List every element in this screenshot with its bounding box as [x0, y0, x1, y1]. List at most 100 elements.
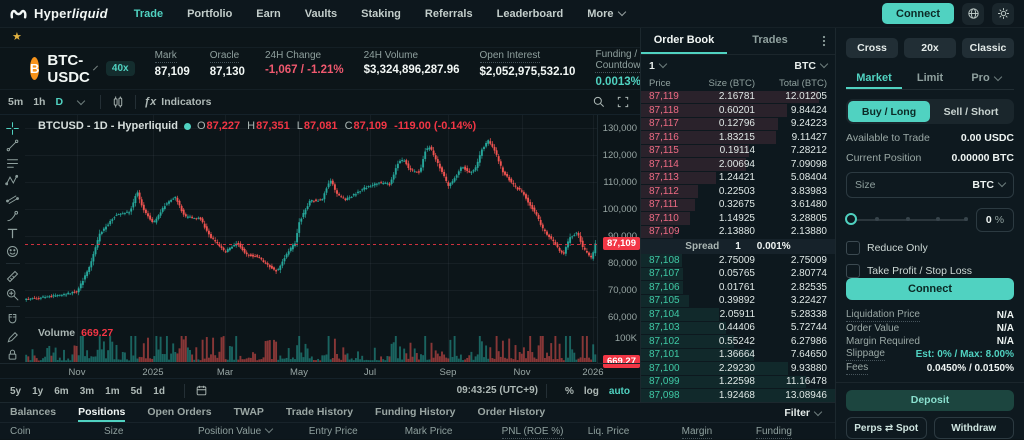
ask-row[interactable]: 87,114 2.00694 7.09098 — [641, 158, 835, 172]
size-percent-input[interactable]: 0% — [976, 207, 1014, 232]
order-book-menu-button[interactable] — [813, 28, 835, 54]
interval-5m[interactable]: 5m — [8, 96, 23, 108]
ask-row[interactable]: 87,109 2.13880 2.13880 — [641, 225, 835, 239]
scale-log[interactable]: log — [584, 386, 599, 397]
nav-item-staking[interactable]: Staking — [361, 8, 401, 20]
bid-row[interactable]: 87,102 0.55242 6.27986 — [641, 335, 835, 349]
range-1d[interactable]: 1d — [153, 386, 165, 397]
unit-select[interactable]: BTC — [794, 59, 829, 72]
candle-style-button[interactable] — [109, 94, 127, 111]
nav-item-vaults[interactable]: Vaults — [305, 8, 337, 20]
interval-d[interactable]: D — [55, 96, 63, 108]
bottom-tab-order-history[interactable]: Order History — [478, 403, 546, 422]
size-slider[interactable] — [845, 213, 968, 226]
go-to-date-button[interactable] — [193, 382, 211, 399]
magnet-icon[interactable] — [4, 311, 22, 328]
range-1m[interactable]: 1m — [105, 386, 119, 397]
bid-row[interactable]: 87,107 0.05765 2.80774 — [641, 267, 835, 281]
bid-row[interactable]: 87,108 2.75009 2.75009 — [641, 254, 835, 268]
deposit-button[interactable]: Deposit — [846, 389, 1014, 412]
bid-row[interactable]: 87,104 2.05911 5.28338 — [641, 308, 835, 322]
filter-dropdown[interactable]: Filter — [784, 403, 823, 422]
scale-[interactable]: % — [565, 386, 574, 397]
bottom-tab-funding-history[interactable]: Funding History — [375, 403, 456, 422]
range-5y[interactable]: 5y — [10, 386, 21, 397]
nav-item-referrals[interactable]: Referrals — [425, 8, 473, 20]
ask-row[interactable]: 87,118 0.60201 9.84424 — [641, 104, 835, 118]
leverage-button[interactable]: 20x — [904, 38, 956, 58]
ask-row[interactable]: 87,117 0.12796 9.24223 — [641, 117, 835, 131]
tab-order-book[interactable]: Order Book — [641, 28, 727, 54]
range-6m[interactable]: 6m — [54, 386, 68, 397]
market-chevron-icon[interactable] — [92, 65, 98, 70]
fullscreen-button[interactable] — [614, 94, 632, 111]
brush-icon[interactable] — [4, 208, 22, 225]
bottom-tab-trade-history[interactable]: Trade History — [286, 403, 353, 422]
bid-row[interactable]: 87,105 0.39892 3.22427 — [641, 294, 835, 308]
sell-short-button[interactable]: Sell / Short — [930, 101, 1012, 122]
ruler-icon[interactable] — [4, 268, 22, 285]
chart-search-button[interactable] — [590, 94, 608, 111]
fib-lines-icon[interactable] — [4, 155, 22, 172]
interval-chevron-icon[interactable] — [76, 96, 86, 106]
ask-row[interactable]: 87,111 0.32675 3.61480 — [641, 198, 835, 212]
market-symbol[interactable]: BTC-USDC — [47, 52, 90, 86]
bid-row[interactable]: 87,106 0.01761 2.82535 — [641, 281, 835, 295]
trade-mode-button[interactable]: Classic — [962, 38, 1014, 58]
settings-button[interactable] — [992, 2, 1014, 25]
ask-row[interactable]: 87,110 1.14925 3.28805 — [641, 212, 835, 226]
connect-button[interactable]: Connect — [882, 3, 954, 24]
interval-1h[interactable]: 1h — [33, 96, 45, 108]
emoji-icon[interactable] — [4, 243, 22, 260]
tab-trades[interactable]: Trades — [727, 28, 813, 54]
trade-connect-button[interactable]: Connect — [846, 277, 1014, 300]
order-tab-limit[interactable]: Limit — [902, 68, 958, 89]
margin-mode-button[interactable]: Cross — [846, 38, 898, 58]
button-withdraw[interactable]: Withdraw — [933, 417, 1014, 440]
range-3m[interactable]: 3m — [80, 386, 94, 397]
precision-select[interactable]: 1 — [649, 59, 668, 72]
bid-row[interactable]: 87,101 1.36664 7.64650 — [641, 348, 835, 362]
time-axis[interactable]: Nov 2025 Mar May Jul Sep Nov 2026 — [0, 363, 640, 379]
nav-item-leaderboard[interactable]: Leaderboard — [497, 8, 564, 20]
nav-item-trade[interactable]: Trade — [134, 8, 163, 20]
ask-row[interactable]: 87,113 1.24421 5.08404 — [641, 171, 835, 185]
price-axis[interactable]: 130,000120,000110,000100,00090,00080,000… — [597, 115, 641, 368]
ask-row[interactable]: 87,116 1.83215 9.11427 — [641, 131, 835, 145]
ask-row[interactable]: 87,112 0.22503 3.83983 — [641, 185, 835, 199]
checkbox-icon[interactable] — [846, 240, 860, 255]
favorite-star-icon[interactable]: ★ — [12, 32, 22, 43]
text-icon[interactable] — [4, 225, 22, 242]
trend-line-icon[interactable] — [4, 138, 22, 155]
bid-row[interactable]: 87,099 1.22598 11.16478 — [641, 375, 835, 389]
brand[interactable]: Hyperliquid — [10, 5, 108, 22]
bid-row[interactable]: 87,100 2.29230 9.93880 — [641, 362, 835, 376]
bottom-tab-twap[interactable]: TWAP — [234, 403, 264, 422]
size-unit-select[interactable]: BTC — [972, 178, 1007, 191]
nav-item-more[interactable]: More — [587, 7, 626, 20]
order-tab-market[interactable]: Market — [846, 68, 902, 90]
ask-row[interactable]: 87,119 2.16781 12.01205 — [641, 90, 835, 104]
slider-knob[interactable] — [845, 213, 857, 226]
buy-long-button[interactable]: Buy / Long — [848, 101, 930, 123]
price-chart-canvas[interactable] — [25, 115, 597, 363]
bid-row[interactable]: 87,098 1.92468 13.08946 — [641, 389, 835, 403]
lock-icon[interactable] — [4, 347, 22, 364]
checkbox-take-profit-stop-loss[interactable]: Take Profit / Stop Loss — [846, 263, 1014, 278]
checkbox-icon[interactable] — [846, 263, 860, 278]
bottom-tab-positions[interactable]: Positions — [78, 403, 126, 422]
bottom-tab-balances[interactable]: Balances — [10, 403, 56, 422]
clock-label[interactable]: 09:43:25 (UTC+9) — [457, 385, 538, 396]
scale-auto[interactable]: auto — [609, 386, 630, 397]
xabcd-pattern-icon[interactable] — [4, 173, 22, 190]
range-5d[interactable]: 5d — [131, 386, 143, 397]
bid-row[interactable]: 87,103 0.44406 5.72744 — [641, 321, 835, 335]
zoom-in-icon[interactable] — [4, 286, 22, 303]
nav-item-portfolio[interactable]: Portfolio — [187, 8, 232, 20]
draw-pencil-icon[interactable] — [4, 329, 22, 346]
button-perps-spot[interactable]: Perps ⇄ Spot — [846, 417, 927, 440]
nav-item-earn[interactable]: Earn — [256, 8, 280, 20]
size-input[interactable]: Size BTC — [846, 172, 1014, 198]
checkbox-reduce-only[interactable]: Reduce Only — [846, 240, 1014, 255]
projection-icon[interactable] — [4, 190, 22, 207]
